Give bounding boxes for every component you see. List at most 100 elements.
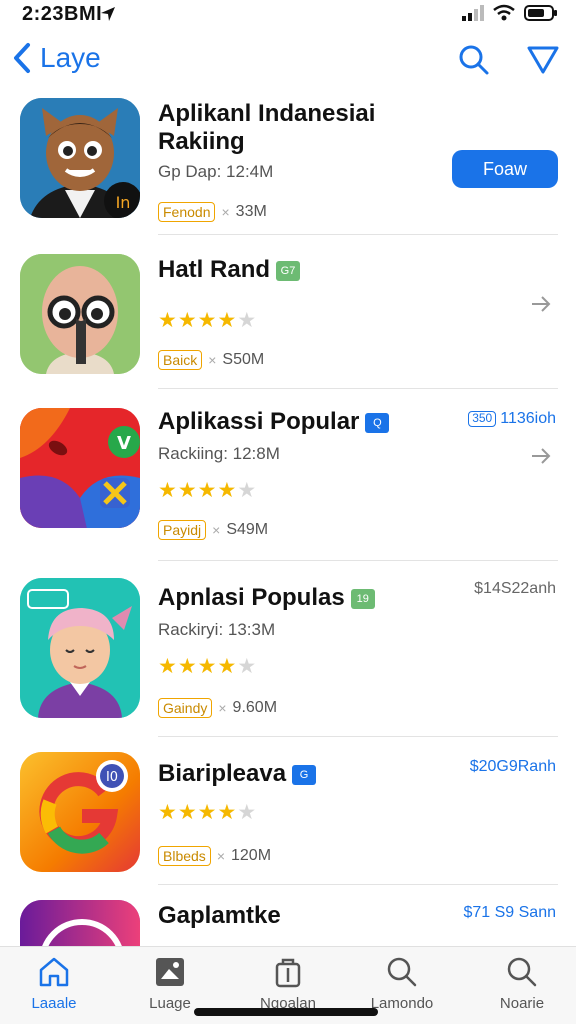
app-meta: Payidj × S49M bbox=[158, 520, 268, 540]
list-item[interactable]: In Aplikanl Indanesiai Rakiing Gp Dap: 1… bbox=[0, 96, 576, 236]
separator-icon: × bbox=[208, 352, 217, 368]
app-meta: Fenodn × 33M bbox=[158, 202, 267, 222]
app-price: 350 1136ioh bbox=[468, 410, 556, 428]
app-icon-circle bbox=[20, 900, 140, 946]
price-box: 350 bbox=[468, 410, 497, 427]
app-badge: G7 bbox=[276, 260, 301, 281]
separator-icon: × bbox=[212, 522, 221, 538]
search-icon bbox=[507, 957, 537, 987]
tab-images[interactable]: Luage bbox=[120, 955, 220, 1012]
category-tag: Baick bbox=[158, 350, 203, 370]
app-subtitle: Rackiing: 12:8M bbox=[158, 444, 280, 463]
app-icon-person bbox=[20, 578, 140, 718]
rating-stars: ★ ★ ★ ★ ★ bbox=[158, 655, 257, 678]
separator-icon: × bbox=[218, 700, 227, 716]
category-tag: Gaindy bbox=[158, 698, 213, 718]
app-badge: G bbox=[292, 764, 317, 785]
search-icon bbox=[387, 957, 417, 987]
battery-icon bbox=[524, 5, 557, 21]
tab-bag[interactable]: Ngoalan bbox=[238, 955, 338, 1012]
list-item[interactable]: Hatl Rand G7 ★ ★ ★ ★ ★ Baick × S50M bbox=[0, 252, 576, 392]
separator-icon: × bbox=[221, 204, 230, 220]
wifi-icon bbox=[493, 4, 515, 21]
app-illustration: V bbox=[20, 408, 140, 528]
arrow-right-icon[interactable] bbox=[530, 446, 552, 466]
search-button[interactable] bbox=[458, 44, 490, 81]
app-meta: Baick × S50M bbox=[158, 350, 264, 370]
avatar-illustration: In bbox=[20, 98, 140, 218]
tab-label: Noarie bbox=[499, 995, 545, 1012]
status-time: 2:23BMI bbox=[22, 3, 103, 25]
tab-label: Laaale bbox=[31, 995, 77, 1012]
svg-text:I0: I0 bbox=[106, 770, 118, 785]
app-title: Aplikassi Popular Q bbox=[158, 408, 390, 436]
app-title: Biaripleava G bbox=[158, 760, 317, 788]
tab-label: Lamondo bbox=[370, 995, 434, 1012]
divider bbox=[158, 560, 558, 561]
status-bar: 2:23BMI bbox=[0, 0, 576, 28]
back-button[interactable]: Laye bbox=[12, 42, 101, 74]
app-meta: Blbeds × 120M bbox=[158, 846, 271, 866]
app-icon-avatar-cat: In bbox=[20, 98, 140, 218]
divider bbox=[158, 884, 558, 885]
category-tag: Blbeds bbox=[158, 846, 211, 866]
list-item[interactable]: V Aplikassi Popular Q 350 1136ioh Rackiing… bbox=[0, 406, 576, 561]
tab-label: Luage bbox=[149, 995, 191, 1012]
rating-stars: ★ ★ ★ ★ ★ bbox=[158, 801, 257, 824]
category-tag: Fenodn bbox=[158, 202, 216, 222]
arrow-right-icon[interactable] bbox=[530, 294, 552, 314]
app-price: $20G9Ranh bbox=[469, 758, 556, 775]
app-illustration bbox=[20, 900, 140, 946]
search-icon bbox=[459, 45, 489, 75]
app-illustration: I0 bbox=[20, 752, 140, 872]
app-subtitle: Gp Dap: 12:4M bbox=[158, 162, 274, 181]
chevron-left-icon bbox=[14, 43, 30, 73]
app-icon-g: I0 bbox=[20, 752, 140, 872]
rating-stars: ★ ★ ★ ★ ★ bbox=[158, 479, 257, 502]
avatar-illustration bbox=[20, 578, 140, 718]
app-size: 9.60M bbox=[232, 699, 278, 716]
app-badge: 19 bbox=[350, 588, 375, 609]
app-price: $71 S9 Sann bbox=[463, 904, 556, 921]
app-icon-bald-glasses bbox=[20, 254, 140, 374]
svg-text:V: V bbox=[117, 433, 131, 454]
app-title: Apnlasi Populas 19 bbox=[158, 584, 375, 612]
home-indicator bbox=[194, 1008, 378, 1016]
list-item[interactable]: I0 Biaripleava G $20G9Ranh ★ ★ ★ ★ ★ Blbeds ×… bbox=[0, 752, 576, 885]
app-size: 33M bbox=[235, 203, 267, 220]
divider bbox=[158, 736, 558, 737]
app-title: Aplikanl Indanesiai bbox=[158, 100, 376, 127]
app-size: S49M bbox=[226, 521, 269, 538]
svg-text:In: In bbox=[116, 193, 131, 212]
tab-search[interactable]: Lamondo bbox=[352, 955, 452, 1012]
app-title: Hatl Rand G7 bbox=[158, 256, 301, 284]
tab-home[interactable]: Laaale bbox=[4, 955, 104, 1012]
app-size: 120M bbox=[231, 847, 272, 864]
category-tag: Payidj bbox=[158, 520, 207, 540]
filter-button[interactable] bbox=[526, 44, 560, 81]
home-icon bbox=[39, 957, 69, 987]
signal-icon bbox=[462, 5, 484, 21]
follow-button[interactable]: Foaw bbox=[452, 150, 558, 188]
app-meta: Gaindy × 9.60M bbox=[158, 698, 277, 718]
list-item[interactable]: Apnlasi Populas 19 $14S22anh Rackiryi: 13… bbox=[0, 578, 576, 737]
app-icon-colorful: V bbox=[20, 408, 140, 528]
separator-icon: × bbox=[216, 848, 225, 864]
bag-icon bbox=[275, 958, 301, 988]
tab-more-search[interactable]: Noarie bbox=[472, 955, 572, 1012]
location-arrow-icon bbox=[101, 7, 115, 21]
nav-bar: Laye bbox=[0, 36, 576, 86]
app-title-line2: Rakiing bbox=[158, 128, 245, 155]
avatar-illustration bbox=[20, 254, 140, 374]
status-icons bbox=[462, 4, 558, 22]
rating-stars: ★ ★ ★ ★ ★ bbox=[158, 309, 257, 332]
image-icon bbox=[156, 958, 184, 986]
list-item[interactable]: Gaplamtke $71 S9 Sann bbox=[0, 900, 576, 946]
app-price: $14S22anh bbox=[474, 580, 556, 597]
back-label: Laye bbox=[40, 42, 101, 73]
divider bbox=[158, 388, 558, 389]
app-size: S50M bbox=[222, 351, 265, 368]
app-title: Gaplamtke bbox=[158, 902, 281, 929]
app-subtitle: Rackiryi: 13:3M bbox=[158, 620, 276, 639]
app-badge: Q bbox=[365, 412, 390, 433]
